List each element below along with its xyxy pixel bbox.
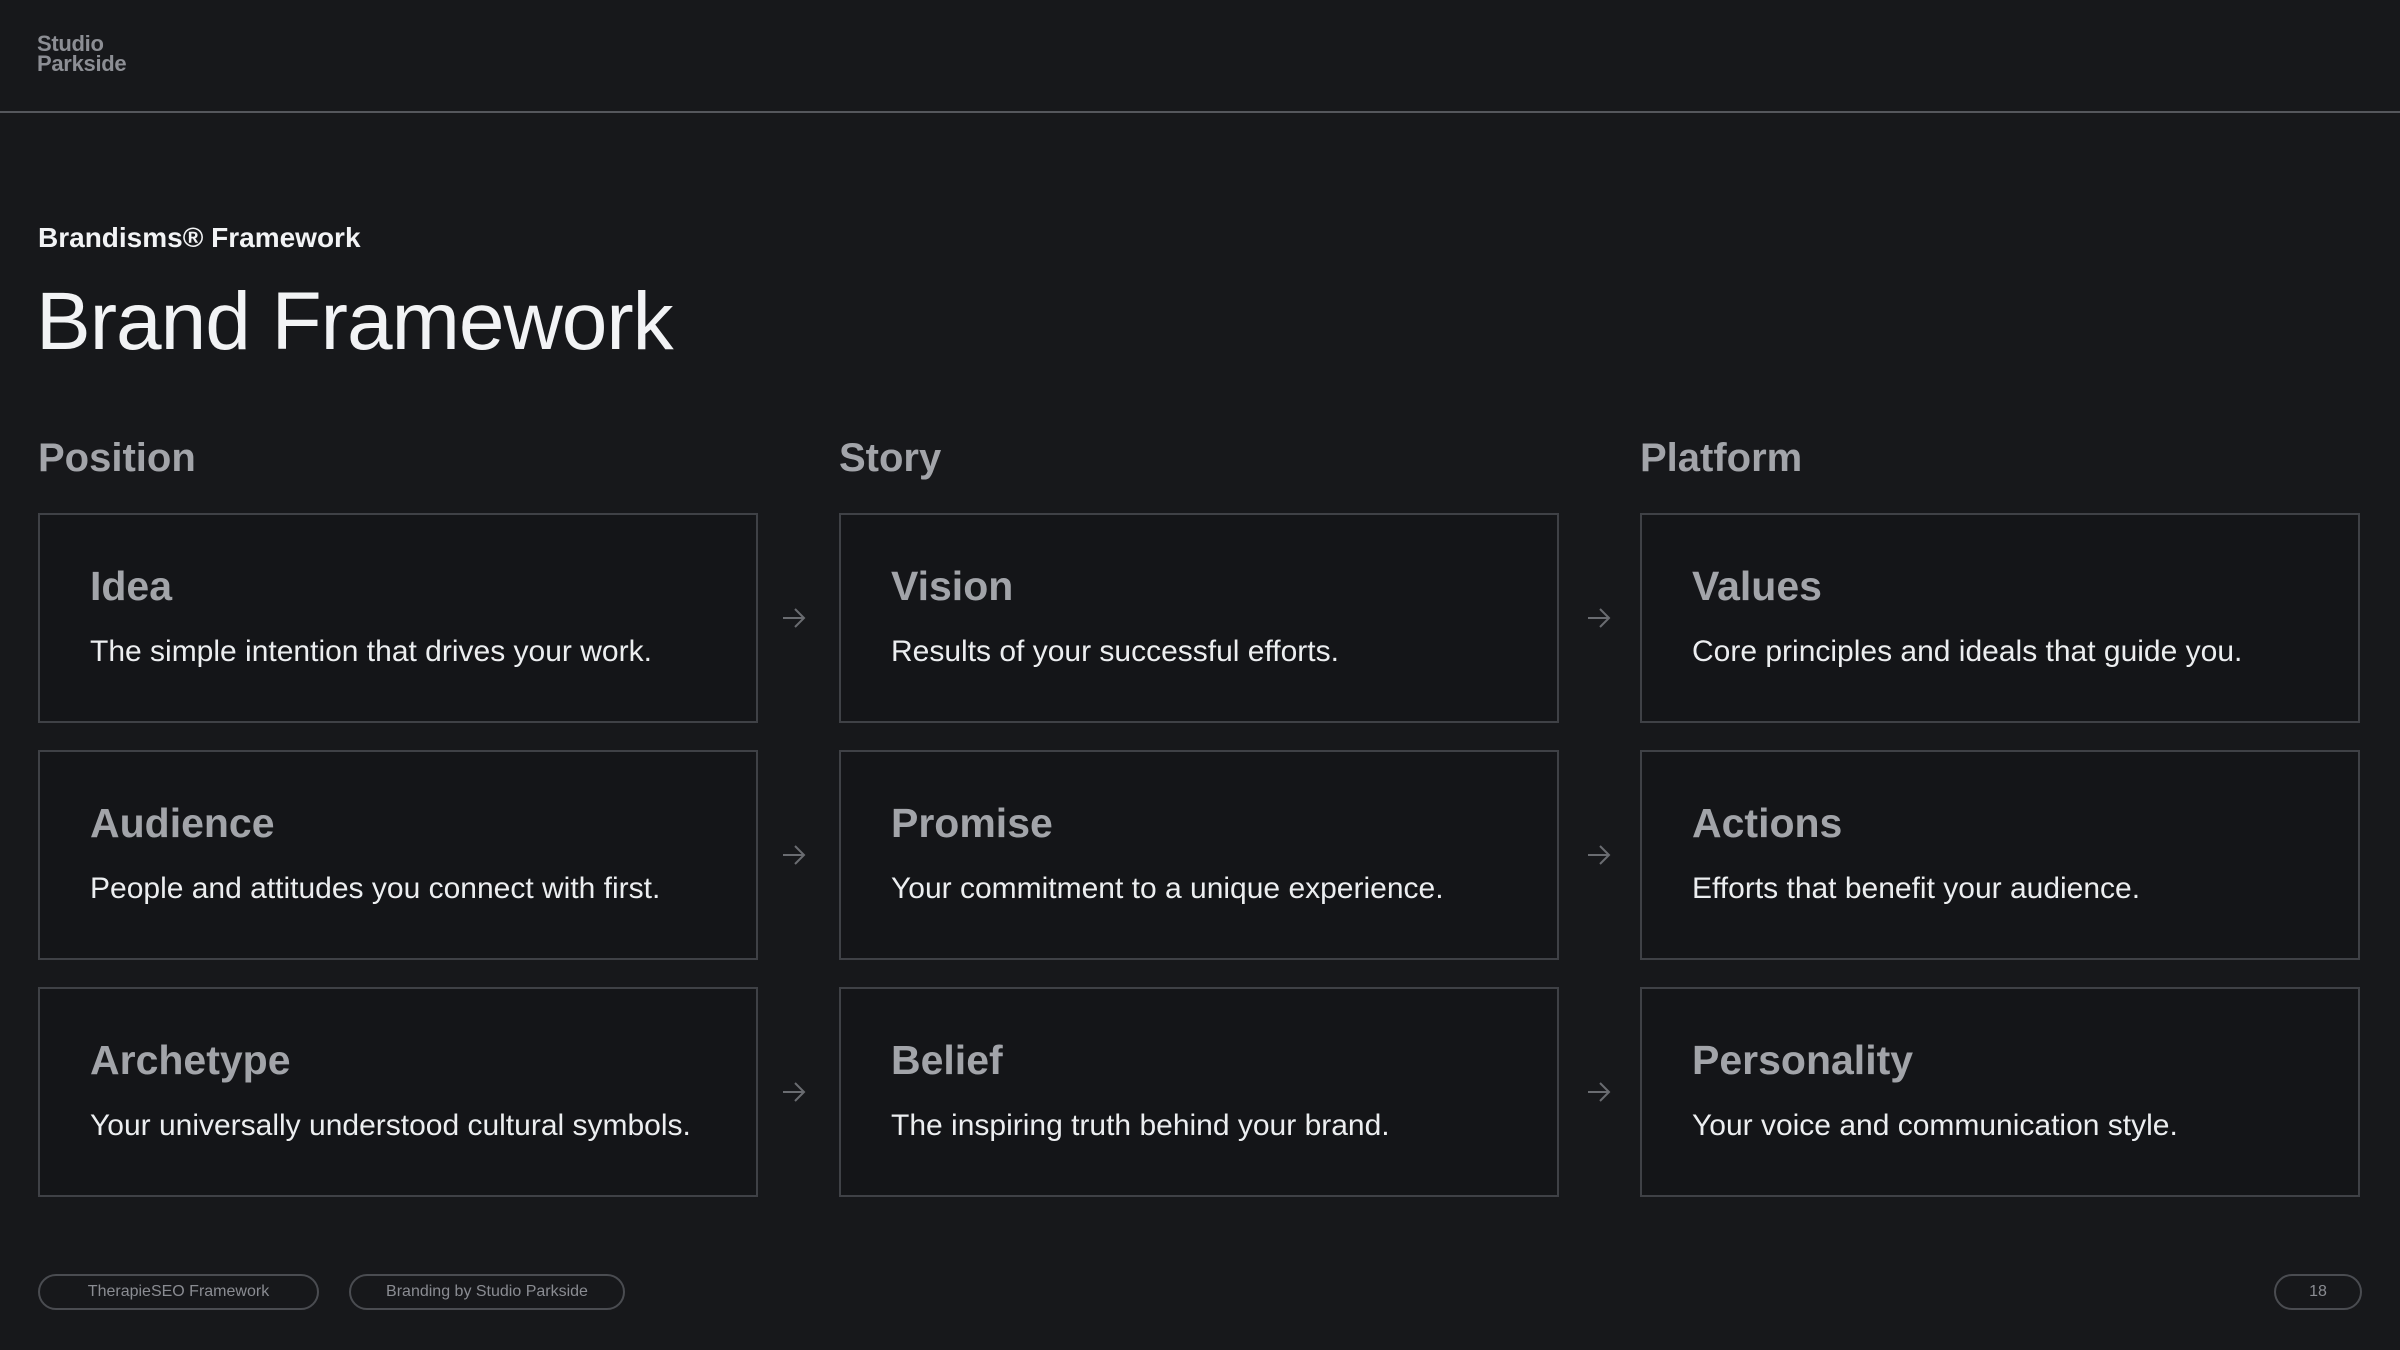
card-actions: Actions Efforts that benefit your audien… <box>1640 750 2360 960</box>
card-archetype: Archetype Your universally understood cu… <box>38 987 758 1197</box>
arrow-right-icon <box>1588 1082 1611 1102</box>
card-title: Promise <box>891 800 1053 846</box>
logo-line-2: Parkside <box>37 51 127 76</box>
arrow-right-icon <box>1588 608 1611 628</box>
card-title: Vision <box>891 563 1014 609</box>
card-values: Values Core principles and ideals that g… <box>1640 513 2360 723</box>
card-idea: Idea The simple intention that drives yo… <box>38 513 758 723</box>
card-description: Your universally understood cultural sym… <box>90 1109 691 1142</box>
card-title: Belief <box>891 1037 1003 1083</box>
card-description: Core principles and ideals that guide yo… <box>1692 635 2243 668</box>
card-description: Efforts that benefit your audience. <box>1692 872 2141 905</box>
card-title: Audience <box>90 800 275 846</box>
arrow-right-icon <box>783 608 806 628</box>
arrow-right-icon <box>783 1082 806 1102</box>
arrow-right-icon <box>783 845 806 865</box>
card-title: Personality <box>1692 1037 1914 1083</box>
card-description: Results of your successful efforts. <box>891 635 1339 668</box>
slide: Studio Parkside Brandisms® Framework Bra… <box>0 0 2400 1350</box>
card-description: The inspiring truth behind your brand. <box>891 1109 1390 1142</box>
column-heading-story: Story <box>839 436 942 480</box>
footer-tag-framework: TherapieSEO Framework <box>38 1274 319 1310</box>
card-personality: Personality Your voice and communication… <box>1640 987 2360 1197</box>
card-promise: Promise Your commitment to a unique expe… <box>839 750 1559 960</box>
card-audience: Audience People and attitudes you connec… <box>38 750 758 960</box>
column-heading-platform: Platform <box>1640 436 1803 480</box>
arrow-right-icon <box>1588 845 1611 865</box>
card-belief: Belief The inspiring truth behind your b… <box>839 987 1559 1197</box>
column-heading-position: Position <box>38 436 196 480</box>
card-title: Values <box>1692 563 1822 609</box>
card-description: Your voice and communication style. <box>1692 1109 2178 1142</box>
card-title: Idea <box>90 563 173 609</box>
header-divider <box>0 111 2400 113</box>
card-vision: Vision Results of your successful effort… <box>839 513 1559 723</box>
page-number-badge: 18 <box>2274 1274 2362 1310</box>
card-description: Your commitment to a unique experience. <box>891 872 1444 905</box>
studio-logo: Studio Parkside <box>37 33 127 76</box>
card-description: People and attitudes you connect with fi… <box>90 872 661 905</box>
card-title: Actions <box>1692 800 1843 846</box>
card-title: Archetype <box>90 1037 291 1083</box>
footer-tag-branding: Branding by Studio Parkside <box>349 1274 625 1310</box>
page-title: Brand Framework <box>36 276 674 367</box>
card-description: The simple intention that drives your wo… <box>90 635 652 668</box>
eyebrow-label: Brandisms® Framework <box>38 222 361 253</box>
